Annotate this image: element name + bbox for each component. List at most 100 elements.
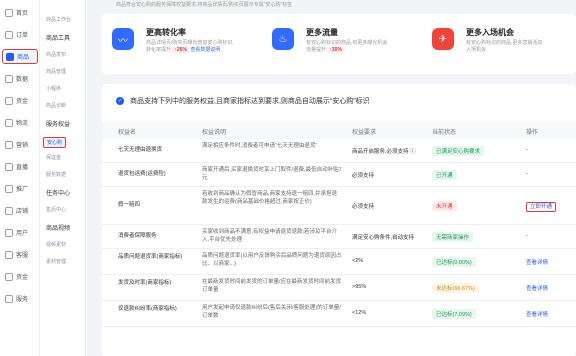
rule-name: 假一赔四 (118, 202, 141, 208)
action-label[interactable]: 立即开通 (526, 202, 557, 212)
subnav-item-12[interactable]: 商品视频 (46, 223, 70, 232)
no-action: - (526, 147, 528, 153)
flame-icon: ♨ (272, 28, 294, 50)
view-details-link[interactable]: 查看详情 (526, 284, 548, 292)
card-title: 更高转化率 (146, 28, 186, 37)
main-content: 商品符合安心购的服务保障权益要求,将商品详情页/购买页展示专属“安心购”标签 〰… (86, 0, 576, 356)
rail-item-5[interactable]: 物流 (2, 115, 38, 130)
subnav-item-3[interactable]: 商品管理 (46, 68, 66, 75)
coin-icon (5, 272, 13, 281)
rule-requirement: 必须支持 (352, 204, 375, 210)
status-badge: 无需商家操作 (432, 232, 474, 242)
rule-requirement: 满足安心购条件,自动支持 (352, 235, 415, 241)
action-label[interactable]: 查看详情 (526, 260, 548, 266)
rail-item-12[interactable]: 资金 (2, 269, 38, 284)
no-action: - (526, 233, 528, 239)
subnav-item-11[interactable]: 售后中心 (46, 206, 66, 213)
rail-item-label: 首页 (16, 11, 29, 17)
subnav-item-9[interactable]: 服务数据 (46, 171, 66, 178)
rail-item-11[interactable]: 客服 (2, 247, 38, 262)
banner-description: 商品符合安心购的服务保障权益要求,将商品详情页/购买页展示专属“安心购”标签 (116, 2, 293, 8)
live-icon (5, 162, 13, 171)
card-desc: 有安心购标识的商品,更多营销活动 (466, 40, 543, 46)
growth-chip: ↑30% (327, 47, 344, 53)
subnav-item-5[interactable]: 商品诊断 (46, 102, 66, 109)
table-row: 假一赔四 若收到商品确认为假冒商品,商家支持退一赔四,并承担退款发生的运费(商品基… (102, 187, 576, 225)
subnav-item-6[interactable]: 服务权益 (46, 119, 70, 128)
rail-item-label: 物流 (16, 121, 29, 127)
benefit-card-traffic: ♨ 更多流量 有安心购标识的商品,有更多曝光机会 流量提升 ↑30% (262, 20, 412, 68)
rail-item-8[interactable]: 推广 (2, 181, 38, 196)
benefit-cards: 〰 更高转化率 商品详情页/购买页曝光增加安心购标识, 转化率提升 ↑26% 查… (102, 14, 576, 74)
card-desc-2: 入场机会 (466, 47, 487, 53)
status-badge: 已达标(0.00%) (432, 257, 476, 267)
view-details-link[interactable]: 查看详情 (526, 258, 548, 266)
status-badge: 已开通 (432, 170, 457, 180)
rail-item-6[interactable]: 营销 (2, 137, 38, 152)
no-action: - (526, 171, 528, 177)
truck-icon (5, 118, 13, 127)
rail-item-label: 订单 (16, 33, 29, 39)
rule-description: 用户发起申请仅退款纠纷后(售后关闭/客服处理)的订单量/订单数 (202, 305, 341, 319)
rule-requirement: 商品开启服务,必须支持 ⓘ (352, 149, 416, 155)
header-action: 操作 (526, 130, 539, 136)
header-requirement: 权益要求 (352, 130, 377, 136)
subnav-item-8[interactable]: 保证金 (46, 154, 61, 161)
card-desc-2: 转化率提升 (146, 47, 172, 53)
subnav-item-2[interactable]: 商品发布 (46, 51, 66, 58)
rail-item-13[interactable]: 服务 (2, 291, 38, 306)
rule-description: 在最新发货时间前发货的订单量/应在最新发货时间前发货订单量 (202, 279, 342, 293)
rule-name: 退货包运费(运费险) (118, 171, 166, 177)
order-icon (5, 30, 13, 39)
rail-item-7[interactable]: 直播 (2, 159, 38, 174)
subnav-item-1[interactable]: 商品工具 (46, 33, 70, 42)
data-note-link[interactable]: 查看数据说明 (190, 47, 220, 53)
plane-icon: ✈ (432, 28, 454, 50)
rule-name: 仅退款纠纷率(商家指标) (118, 306, 177, 312)
hint-text: 商品支持下列中的服务权益,且商家指标达到要求,则商品自动展示“安心购”标识 (130, 98, 370, 105)
status-text: 未开通 (432, 201, 457, 211)
subnav-item-0[interactable]: 商品工作台 (46, 16, 71, 23)
action-label[interactable]: 查看详情 (526, 312, 548, 318)
rail-item-10[interactable]: 用户 (2, 225, 38, 240)
data-icon (5, 74, 13, 83)
rail-item-label: 客服 (16, 253, 29, 259)
table-row: 品质问题退货率(商家指标) 品质问题退货率(以用户反馈购买后品质问题为退货原因占比… (102, 249, 576, 275)
subnav-item-13[interactable]: 视频素材 (46, 241, 66, 248)
rail-item-1[interactable]: 订单 (2, 27, 38, 42)
primary-sidebar: 首页 订单 商品 数据 资金 物流 营销 直播 推广 店铺 用户 客服 资金 服务 (0, 0, 40, 356)
header-name: 权益名 (118, 130, 137, 136)
secondary-sidebar: 商品工作台商品工具商品发布商品管理小程序商品诊断服务权益安心购保证金服务数据任务… (40, 0, 86, 356)
status-badge: 未开通 (432, 201, 457, 211)
card-desc: 商品详情页/购买页曝光增加安心购标识, (146, 40, 234, 46)
subnav-item-4[interactable]: 小程序 (46, 85, 61, 92)
rail-item-0[interactable]: 首页 (2, 5, 38, 20)
action-label[interactable]: 查看详情 (526, 286, 548, 292)
rail-item-3[interactable]: 数据 (2, 71, 38, 86)
card-desc-2: 流量提升 (306, 47, 327, 53)
gear-icon (5, 294, 13, 303)
rail-item-label: 资金 (16, 99, 29, 105)
rail-item-label: 营销 (16, 143, 29, 149)
card-title: 更多流量 (306, 28, 338, 37)
rule-name: 消费者保障服务 (118, 233, 157, 239)
subnav-item-7[interactable]: 安心购 (43, 137, 67, 148)
info-icon: ✓ (116, 97, 124, 105)
rail-item-label: 推广 (16, 187, 29, 193)
megaphone-icon (5, 140, 13, 149)
goods-icon (6, 52, 14, 61)
table-header: 权益名 权益说明 权益要求 当前状态 操作 (102, 122, 576, 139)
subnav-item-14[interactable]: 素材管理 (46, 258, 66, 265)
rail-item-4[interactable]: 资金 (2, 93, 38, 108)
rail-item-9[interactable]: 店铺 (2, 203, 38, 218)
header-desc: 权益说明 (202, 130, 227, 136)
subnav-item-10[interactable]: 任务中心 (46, 188, 70, 197)
growth-chip: ↑26% (172, 47, 189, 53)
table-row: 七天无理由退换货 满足相应条件时,消费者可申请“七天无理由退货” 商品开启服务,必须… (102, 139, 576, 163)
view-details-link[interactable]: 查看详情 (526, 310, 548, 318)
status-text: 已满足安心购要求 (432, 146, 485, 156)
home-icon (5, 8, 13, 17)
table-row: 消费者保障服务 买家收到商品不满意,有权益申请退货退款;若涉及平台介入,平台优先处… (102, 225, 576, 249)
activate-now-button[interactable]: 立即开通 (526, 202, 557, 212)
rail-item-2[interactable]: 商品 (2, 49, 38, 64)
